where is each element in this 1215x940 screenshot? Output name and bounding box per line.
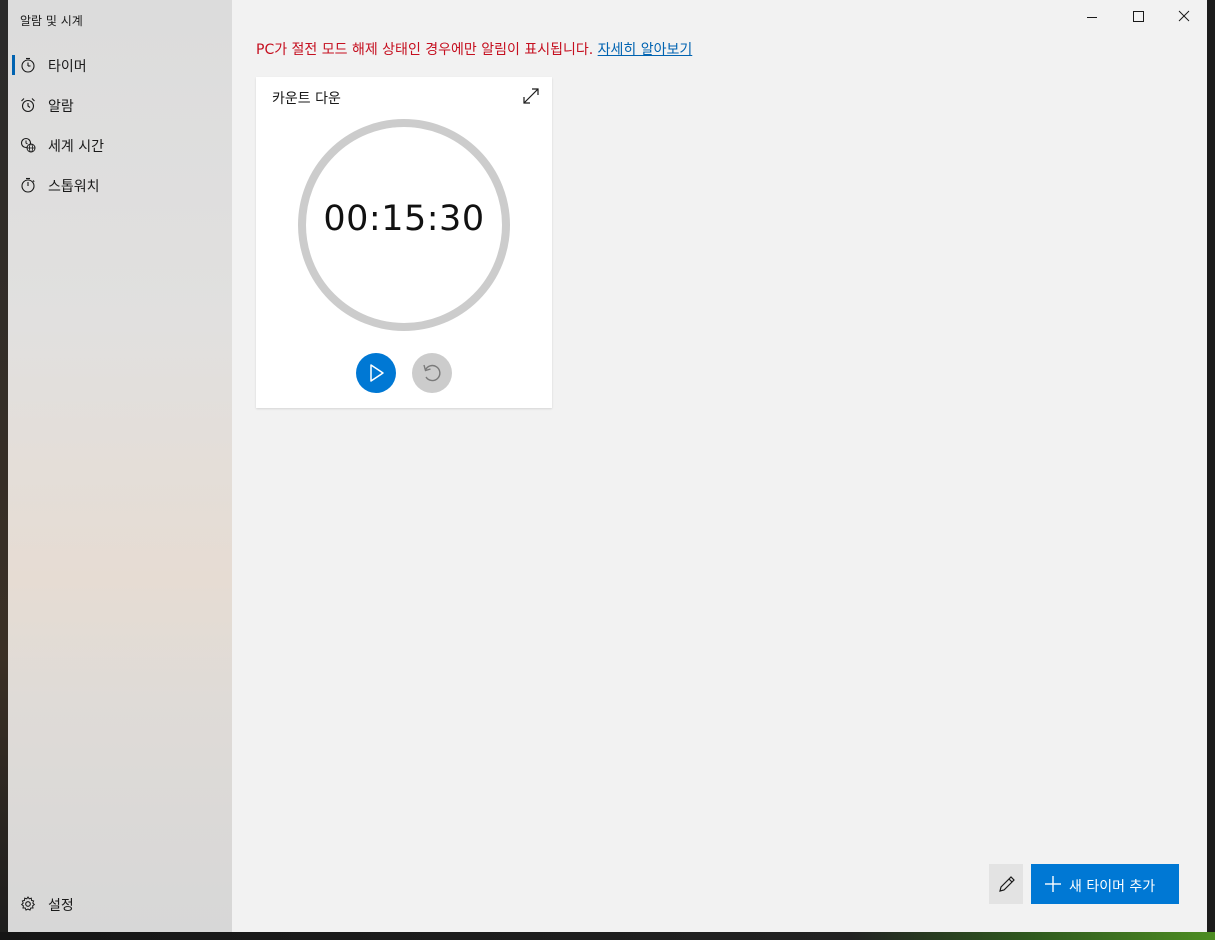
start-button[interactable] bbox=[356, 353, 396, 393]
world-clock-icon bbox=[20, 137, 36, 153]
sidebar-item-settings[interactable]: 설정 bbox=[8, 884, 232, 924]
sidebar: 알람 및 시계 타이머 알람 세계 시간 스톱워치 설정 bbox=[8, 0, 232, 932]
timer-icon bbox=[21, 57, 35, 73]
warning-text: PC가 절전 모드 해제 상태인 경우에만 알림이 표시됩니다. bbox=[256, 42, 594, 58]
desktop-background-bottom bbox=[0, 932, 1215, 940]
add-timer-button[interactable]: 새 타이머 추가 bbox=[1031, 864, 1179, 904]
sidebar-item-label: 세계 시간 bbox=[48, 139, 104, 155]
timer-name: 카운트 다운 bbox=[272, 91, 341, 107]
sidebar-item-label: 스톱워치 bbox=[48, 179, 100, 195]
expand-icon bbox=[523, 88, 539, 104]
gear-icon bbox=[20, 896, 36, 911]
reset-icon bbox=[423, 364, 441, 382]
sidebar-item-stopwatch[interactable]: 스톱워치 bbox=[8, 165, 232, 205]
maximize-icon bbox=[1133, 11, 1144, 22]
app-window: 알람 및 시계 타이머 알람 세계 시간 스톱워치 설정 PC가 절전 모드 해… bbox=[8, 0, 1207, 932]
notification-warning: PC가 절전 모드 해제 상태인 경우에만 알림이 표시됩니다. 자세히 알아보… bbox=[256, 39, 692, 59]
app-title: 알람 및 시계 bbox=[20, 14, 83, 28]
settings-label: 설정 bbox=[48, 898, 74, 914]
sidebar-item-label: 알람 bbox=[48, 99, 74, 115]
timer-card[interactable]: 카운트 다운 00:15:30 bbox=[256, 77, 552, 408]
desktop-background bbox=[0, 0, 8, 940]
minimize-button[interactable] bbox=[1069, 0, 1115, 32]
close-icon bbox=[1178, 10, 1190, 22]
alarm-clock-icon bbox=[21, 98, 35, 113]
pencil-icon bbox=[999, 876, 1015, 892]
expand-button[interactable] bbox=[518, 83, 544, 109]
add-timer-label: 새 타이머 추가 bbox=[1069, 879, 1156, 895]
minimize-icon bbox=[1087, 17, 1097, 18]
stopwatch-icon bbox=[21, 177, 35, 193]
sidebar-item-label: 타이머 bbox=[48, 59, 87, 75]
active-indicator bbox=[12, 55, 15, 75]
sidebar-item-world-clock[interactable]: 세계 시간 bbox=[8, 125, 232, 165]
timer-time: 00:15:30 bbox=[323, 199, 485, 239]
sidebar-item-timer[interactable]: 타이머 bbox=[8, 45, 232, 85]
reset-button[interactable] bbox=[412, 353, 452, 393]
main-content: PC가 절전 모드 해제 상태인 경우에만 알림이 표시됩니다. 자세히 알아보… bbox=[232, 0, 1207, 932]
sidebar-item-alarm[interactable]: 알람 bbox=[8, 85, 232, 125]
maximize-button[interactable] bbox=[1115, 0, 1161, 32]
learn-more-link[interactable]: 자세히 알아보기 bbox=[598, 42, 693, 58]
play-icon bbox=[370, 364, 384, 382]
edit-timers-button[interactable] bbox=[989, 864, 1023, 904]
close-button[interactable] bbox=[1161, 0, 1207, 32]
plus-icon bbox=[1045, 876, 1061, 892]
